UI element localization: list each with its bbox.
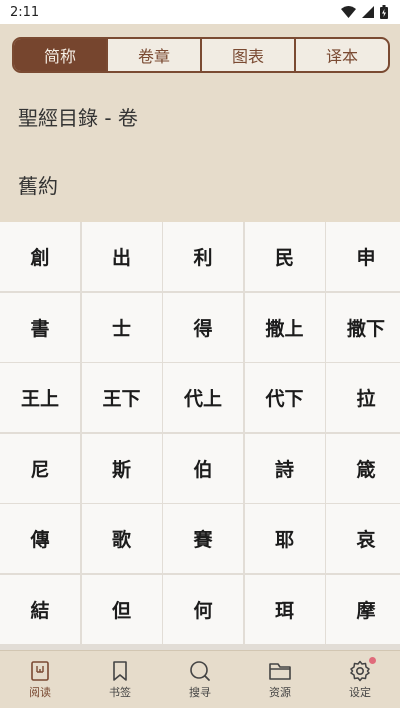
book-cell[interactable]: 結: [0, 574, 80, 644]
battery-icon: [380, 5, 388, 19]
book-cell[interactable]: 斯: [81, 433, 162, 503]
folder-icon: [269, 662, 291, 680]
nav-resources[interactable]: 资源: [240, 651, 320, 708]
book-cell[interactable]: 哀: [326, 504, 400, 573]
book-cell[interactable]: 撒下: [326, 292, 400, 362]
read-icon: [31, 660, 49, 681]
book-cell[interactable]: 代下: [244, 363, 325, 432]
book-cell[interactable]: 伯: [163, 433, 243, 503]
nav-settings[interactable]: 设定: [320, 651, 400, 708]
book-cell[interactable]: 創: [0, 222, 80, 291]
status-time: 2:11: [10, 4, 40, 20]
book-cell[interactable]: 珥: [244, 574, 325, 644]
book-cell[interactable]: 利: [163, 222, 243, 291]
book-cell[interactable]: 耶: [244, 504, 325, 573]
bottom-nav: 阅读 书签 搜寻 资源 设定: [0, 650, 400, 708]
gear-icon: [350, 660, 370, 681]
tab-chapters[interactable]: 卷章: [106, 39, 200, 71]
book-cell[interactable]: 歌: [81, 504, 162, 573]
status-bar: 2:11: [0, 0, 400, 24]
book-cell[interactable]: 撒上: [244, 292, 325, 362]
book-cell[interactable]: 代上: [163, 363, 243, 432]
nav-resources-label: 资源: [269, 685, 291, 699]
page-title: 聖經目錄 - 卷: [18, 106, 138, 130]
nav-read-label: 阅读: [29, 685, 51, 699]
nav-bookmarks-label: 书签: [109, 685, 131, 699]
book-cell[interactable]: 何: [163, 574, 243, 644]
book-cell[interactable]: 出: [81, 222, 162, 291]
book-grid: 創出利民申書士得撒上 撒下王上 王下 代上 代下拉尼斯伯詩箴傳歌賽耶哀結但何珥摩: [0, 222, 400, 650]
search-icon: [190, 660, 210, 681]
book-cell[interactable]: 但: [81, 574, 162, 644]
book-cell[interactable]: 詩: [244, 433, 325, 503]
nav-bookmarks[interactable]: 书签: [80, 651, 160, 708]
book-cell[interactable]: 得: [163, 292, 243, 362]
notification-dot: [369, 657, 376, 664]
book-cell[interactable]: 書: [0, 292, 80, 362]
nav-search-label: 搜寻: [189, 685, 211, 699]
tab-charts[interactable]: 图表: [200, 39, 294, 71]
nav-search[interactable]: 搜寻: [160, 651, 240, 708]
tab-versions[interactable]: 译本: [294, 39, 388, 71]
book-cell[interactable]: 尼: [0, 433, 80, 503]
book-cell[interactable]: 王下: [81, 363, 162, 432]
book-cell[interactable]: 賽: [163, 504, 243, 573]
status-icons: [341, 5, 388, 19]
book-cell[interactable]: 拉: [326, 363, 400, 432]
tab-abbreviation[interactable]: 简称: [14, 39, 106, 71]
book-cell[interactable]: 箴: [326, 433, 400, 503]
book-cell[interactable]: 民: [244, 222, 325, 291]
book-cell[interactable]: 傳: [0, 504, 80, 573]
section-title: 舊約: [18, 174, 58, 198]
signal-icon: [362, 6, 374, 18]
header: 简称 卷章 图表 译本 聖經目錄 - 卷 舊約: [0, 24, 400, 222]
nav-read[interactable]: 阅读: [0, 651, 80, 708]
book-cell[interactable]: 士: [81, 292, 162, 362]
book-cell[interactable]: 申: [326, 222, 400, 291]
view-mode-tabs: 简称 卷章 图表 译本: [12, 37, 390, 73]
book-cell[interactable]: 摩: [326, 574, 400, 644]
bookmark-icon: [113, 660, 127, 681]
book-cell[interactable]: 王上: [0, 363, 80, 432]
nav-settings-label: 设定: [349, 685, 371, 699]
wifi-icon: [341, 6, 356, 18]
